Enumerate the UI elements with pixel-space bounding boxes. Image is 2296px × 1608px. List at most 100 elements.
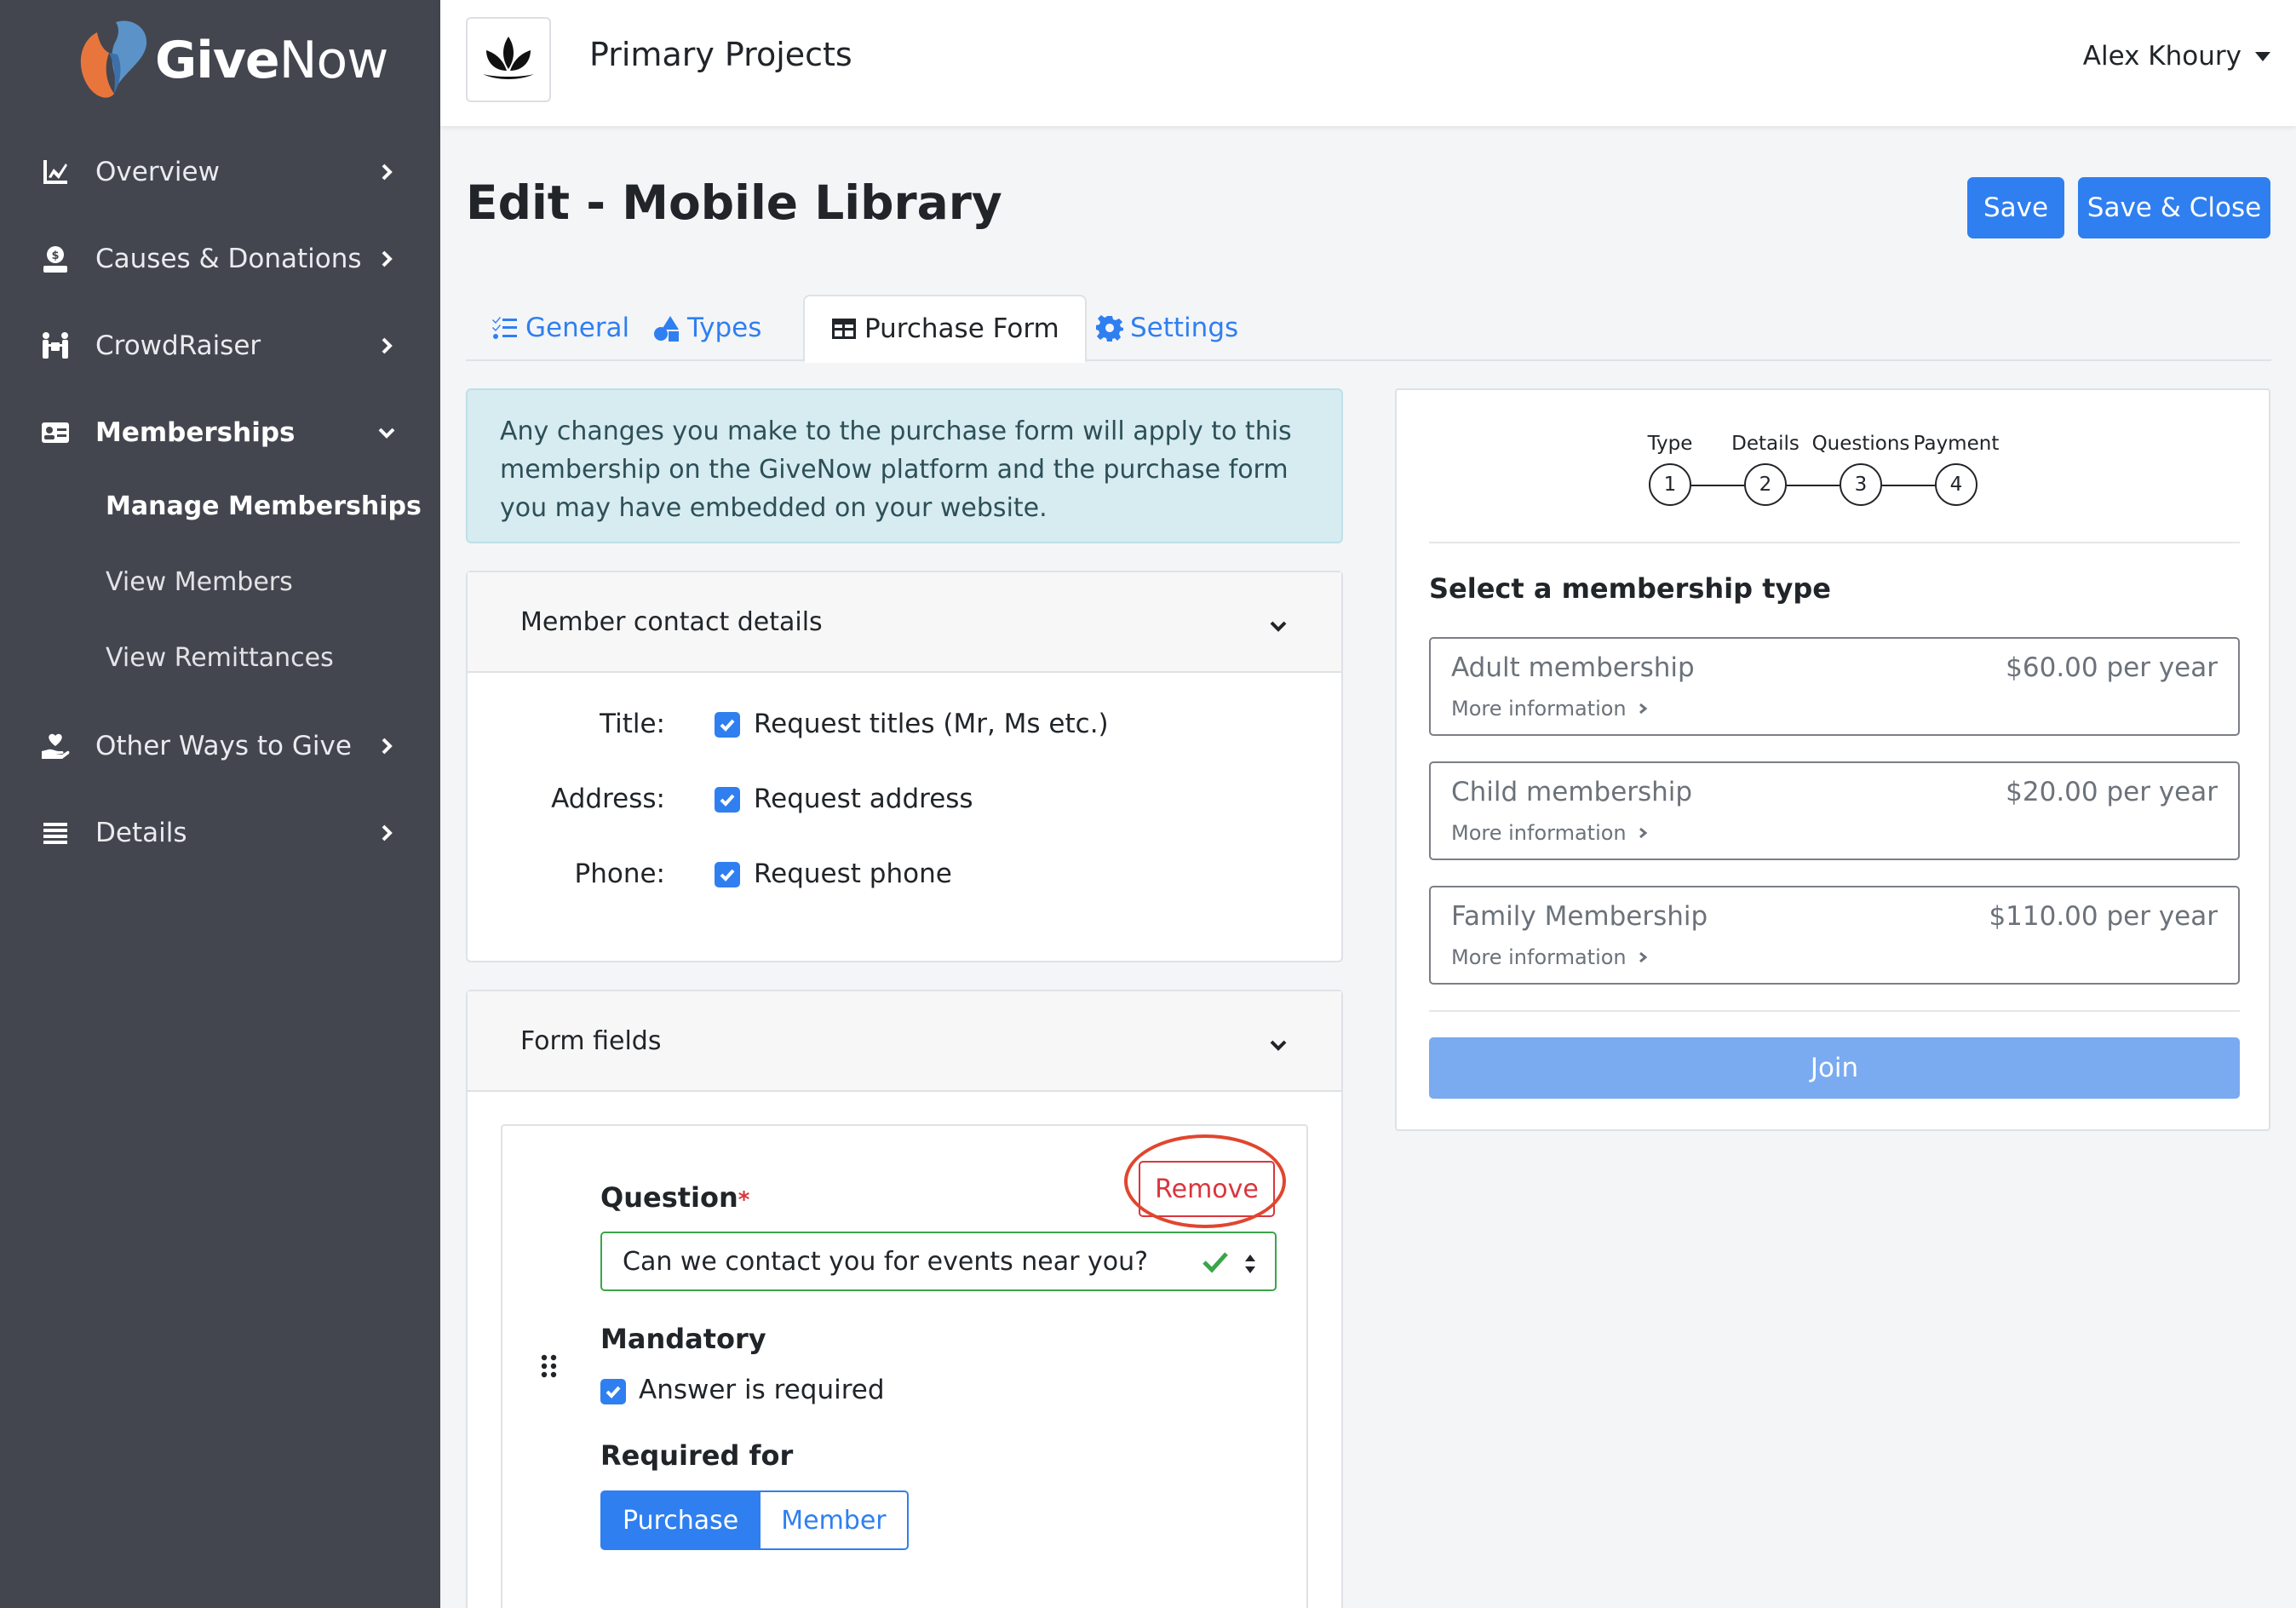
tab-general[interactable]: General xyxy=(466,295,655,361)
logo-text: GiveNow xyxy=(155,31,388,90)
tab-types[interactable]: Types xyxy=(628,295,787,361)
type-name: Family Membership xyxy=(1451,901,1708,932)
step-connector xyxy=(1882,485,1935,486)
type-name: Child membership xyxy=(1451,777,1693,807)
sort-arrows-icon xyxy=(1244,1252,1256,1274)
sidebar-item-overview[interactable]: Overview xyxy=(0,134,440,210)
sidebar-subitem-view-members[interactable]: View Members xyxy=(106,567,293,597)
request-titles-checkbox[interactable] xyxy=(715,712,740,738)
step-circle-4: 4 xyxy=(1935,463,1977,506)
hand-holding-heart-icon xyxy=(39,730,72,762)
tasks-icon xyxy=(492,317,517,339)
step-label-type: Type xyxy=(1647,433,1693,455)
page-title: Edit - Mobile Library xyxy=(466,175,1002,230)
question-label: Question* xyxy=(600,1181,750,1214)
type-price: $110.00 per year xyxy=(1989,901,2218,932)
chevron-right-icon xyxy=(1639,703,1647,715)
more-information-link[interactable]: More information xyxy=(1451,697,1649,721)
org-logo[interactable] xyxy=(466,17,551,102)
tab-bar: General Types Purchase Form Settings xyxy=(466,295,2271,363)
step-label-details: Details xyxy=(1731,433,1799,455)
donate-icon: $ xyxy=(39,243,72,275)
tab-settings[interactable]: Settings xyxy=(1071,295,1264,361)
request-titles-label: Request titles (Mr, Ms etc.) xyxy=(754,709,1109,739)
table-icon xyxy=(832,319,856,339)
member-toggle-button[interactable]: Member xyxy=(761,1490,909,1550)
user-menu[interactable]: Alex Khoury xyxy=(2083,41,2270,72)
divider xyxy=(1429,542,2240,543)
cog-icon xyxy=(1096,315,1123,342)
id-card-icon xyxy=(39,416,72,449)
step-label-questions: Questions xyxy=(1811,433,1910,455)
select-membership-heading: Select a membership type xyxy=(1429,572,1831,605)
svg-text:$: $ xyxy=(51,250,59,262)
step-circle-3: 3 xyxy=(1840,463,1882,506)
address-label: Address: xyxy=(551,784,665,814)
sidebar-item-other-ways-to-give[interactable]: Other Ways to Give xyxy=(0,708,440,784)
tab-purchase-form[interactable]: Purchase Form xyxy=(803,295,1087,363)
givenow-logo[interactable]: GiveNow xyxy=(72,15,388,106)
answer-required-checkbox[interactable] xyxy=(600,1379,626,1404)
request-phone-checkbox[interactable] xyxy=(715,862,740,887)
drag-handle-icon[interactable] xyxy=(540,1354,559,1378)
step-circle-2: 2 xyxy=(1744,463,1787,506)
form-fields-header[interactable]: Form fields xyxy=(468,991,1341,1092)
chevron-right-icon xyxy=(376,736,397,756)
chevron-right-icon xyxy=(376,823,397,843)
answer-required-label: Answer is required xyxy=(639,1375,885,1405)
top-bar: Primary Projects Alex Khoury xyxy=(440,0,2296,126)
chevron-down-icon xyxy=(1268,613,1289,634)
step-circle-1: 1 xyxy=(1649,463,1691,506)
question-select-value: Can we contact you for events near you? xyxy=(623,1246,1149,1277)
more-information-link[interactable]: More information xyxy=(1451,821,1649,845)
phone-label: Phone: xyxy=(574,859,665,889)
sidebar-subitem-view-remittances[interactable]: View Remittances xyxy=(106,643,334,673)
highlight-annotation-circle xyxy=(1124,1134,1286,1228)
membership-type-option[interactable]: Family Membership $110.00 per year More … xyxy=(1429,886,2240,985)
sidebar-item-crowdraiser[interactable]: CrowdRaiser xyxy=(0,307,440,384)
chevron-right-icon xyxy=(376,162,397,182)
sidebar: GiveNow Overview $ Causes & Donations Cr… xyxy=(0,0,440,1608)
chart-line-icon xyxy=(39,156,72,188)
sidebar-item-details[interactable]: Details xyxy=(0,795,440,871)
chevron-right-icon xyxy=(376,336,397,356)
step-label-payment: Payment xyxy=(1913,433,2000,455)
request-phone-label: Request phone xyxy=(754,859,952,889)
title-label: Title: xyxy=(600,709,665,739)
required-marker: * xyxy=(738,1187,750,1213)
request-address-checkbox[interactable] xyxy=(715,787,740,813)
lotus-icon xyxy=(483,37,534,79)
save-close-button[interactable]: Save & Close xyxy=(2078,177,2270,238)
purchase-toggle-button[interactable]: Purchase xyxy=(600,1490,761,1550)
givenow-heart-icon xyxy=(80,20,147,98)
org-name: Primary Projects xyxy=(589,36,852,73)
people-carry-icon xyxy=(39,330,72,362)
required-for-toggle: Purchase Member xyxy=(600,1490,909,1550)
info-alert: Any changes you make to the purchase for… xyxy=(466,388,1343,543)
membership-type-option[interactable]: Child membership $20.00 per year More in… xyxy=(1429,761,2240,860)
chevron-down-icon xyxy=(376,422,397,443)
step-connector xyxy=(1787,485,1840,486)
type-price: $20.00 per year xyxy=(2006,777,2218,807)
join-button[interactable]: Join xyxy=(1429,1037,2240,1099)
mandatory-label: Mandatory xyxy=(600,1323,766,1355)
sidebar-item-causes-donations[interactable]: $ Causes & Donations xyxy=(0,221,440,297)
divider xyxy=(1429,1010,2240,1012)
shapes-icon xyxy=(654,316,679,342)
question-select[interactable]: Can we contact you for events near you? xyxy=(600,1232,1277,1291)
type-name: Adult membership xyxy=(1451,652,1695,683)
member-contact-card: Member contact details Title: Request ti… xyxy=(466,571,1343,962)
valid-check-icon xyxy=(1202,1250,1229,1274)
chevron-right-icon xyxy=(1639,827,1647,839)
chevron-down-icon xyxy=(1268,1032,1289,1053)
sidebar-item-memberships[interactable]: Memberships xyxy=(0,394,440,471)
save-button[interactable]: Save xyxy=(1967,177,2064,238)
chevron-right-icon xyxy=(376,249,397,269)
member-contact-header[interactable]: Member contact details xyxy=(468,572,1341,673)
user-name: Alex Khoury xyxy=(2082,41,2241,72)
request-address-label: Request address xyxy=(754,784,973,814)
more-information-link[interactable]: More information xyxy=(1451,945,1649,969)
sidebar-subitem-manage-memberships[interactable]: Manage Memberships xyxy=(106,491,422,521)
membership-type-option[interactable]: Adult membership $60.00 per year More in… xyxy=(1429,637,2240,736)
step-connector xyxy=(1691,485,1744,486)
